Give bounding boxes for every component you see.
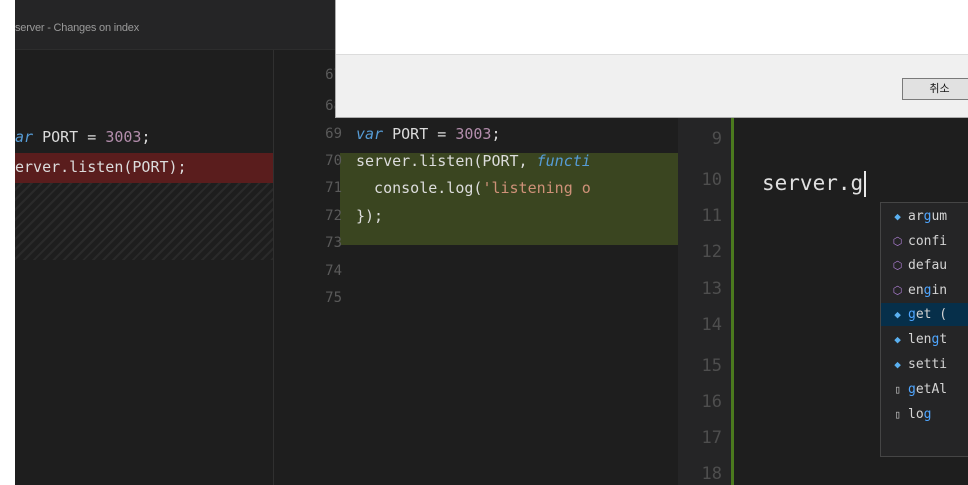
suggestion-widget[interactable]: ◆ argum ⬡ confi ⬡ defau ⬡ engin ◆ get ( ◆ leng… (880, 202, 968, 457)
editor-window[interactable]: 9 10 11 12 13 14 15 16 17 18 server.g ◆ a… (678, 118, 968, 485)
line-number: 70 (325, 153, 342, 169)
cancel-button[interactable]: 취소 (902, 78, 968, 100)
original-line-port: ar PORT = 3003; (15, 128, 151, 146)
line-number: 9 (711, 129, 722, 149)
original-line-listen: erver.listen(PORT); (15, 158, 187, 176)
line-number: 18 (701, 464, 722, 484)
file-icon: ▯ (894, 408, 901, 421)
line-number: 13 (701, 279, 722, 299)
line-number: 73 (325, 235, 342, 251)
suggestion-item[interactable]: ◆ setti (881, 353, 968, 376)
dialog-content (336, 0, 968, 55)
modified-line-close: }); (356, 207, 384, 225)
module-icon: ⬡ (892, 284, 903, 297)
editor-code-line[interactable]: server.g (762, 166, 867, 200)
suggestion-item[interactable]: ⬡ engin (881, 279, 968, 302)
property-icon: ◆ (894, 308, 901, 321)
suggestion-item[interactable]: ◆ argum (881, 205, 968, 228)
diff-title: server - Changes on index (15, 22, 140, 34)
text-cursor (864, 171, 867, 197)
line-number: 69 (325, 126, 342, 142)
modified-line-listen: server.listen(PORT, functi (356, 152, 591, 170)
line-number: 12 (701, 242, 722, 262)
empty-diff-region (15, 183, 273, 260)
file-icon: ▯ (894, 383, 901, 396)
modified-line-port: var PORT = 3003; (356, 125, 501, 143)
property-icon: ◆ (894, 358, 901, 371)
line-number: 16 (701, 392, 722, 412)
git-modified-indicator (731, 118, 734, 485)
property-icon: ◆ (894, 210, 901, 223)
suggestion-item[interactable]: ⬡ defau (881, 254, 968, 277)
property-icon: ◆ (894, 333, 901, 346)
line-number: 71 (325, 180, 342, 196)
editor-gutter: 9 10 11 12 13 14 15 16 17 18 (678, 118, 734, 485)
original-pane[interactable] (15, 50, 273, 485)
module-icon: ⬡ (892, 259, 903, 272)
suggestion-item[interactable]: ◆ lengt (881, 328, 968, 351)
line-number: 74 (325, 263, 342, 279)
line-number: 72 (325, 208, 342, 224)
screen: server - Changes on index ar PORT = 3003… (0, 0, 968, 485)
suggestion-item[interactable]: ▯ log (881, 403, 968, 426)
suggestion-item-selected[interactable]: ◆ get ( (881, 303, 968, 326)
line-number: 10 (701, 170, 722, 190)
modified-line-console: console.log('listening o (356, 179, 591, 197)
line-number: 15 (701, 356, 722, 376)
line-number: 75 (325, 290, 342, 306)
line-number: 17 (701, 428, 722, 448)
module-icon: ⬡ (892, 235, 903, 248)
line-number: 14 (701, 315, 722, 335)
line-number: 11 (701, 206, 722, 226)
suggestion-item[interactable]: ▯ getAl (881, 378, 968, 401)
dialog: 취소 (335, 0, 968, 118)
suggestion-item[interactable]: ⬡ confi (881, 230, 968, 253)
diff-splitter[interactable] (273, 50, 292, 485)
